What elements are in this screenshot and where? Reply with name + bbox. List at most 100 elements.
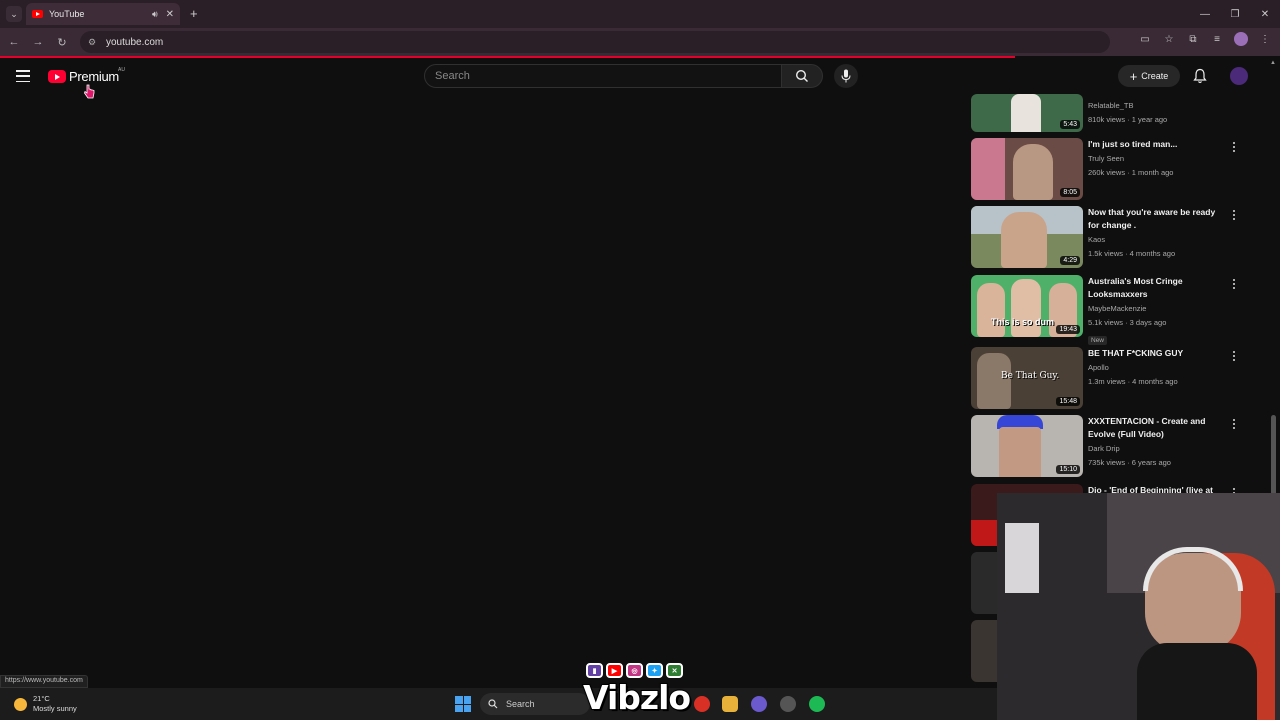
video-thumbnail[interactable]: 8:05: [971, 138, 1083, 200]
video-thumbnail[interactable]: 4:29: [971, 206, 1083, 268]
start-icon[interactable]: [455, 696, 471, 712]
list-item[interactable]: This is so dum 19:43 Australia's Most Cr…: [971, 275, 1251, 347]
video-duration: 5:43: [1060, 120, 1080, 129]
thumbnail-caption: This is so dum: [991, 317, 1055, 327]
list-item[interactable]: Be That Guy. 15:48 BE THAT F*CKING GUY A…: [971, 347, 1251, 411]
create-label: Create: [1141, 71, 1169, 81]
video-duration: 4:29: [1060, 256, 1080, 265]
voice-search-button[interactable]: [834, 64, 858, 88]
video-duration: 19:43: [1056, 325, 1080, 334]
video-meta: 810k views · 1 year ago: [1088, 115, 1168, 124]
more-actions-icon[interactable]: [1230, 277, 1238, 291]
new-badge: New: [1088, 336, 1108, 345]
video-channel[interactable]: Kaos: [1088, 234, 1228, 246]
forward-icon[interactable]: →: [26, 30, 50, 54]
more-actions-icon[interactable]: [1230, 208, 1238, 222]
logo-text: Premium: [69, 69, 119, 84]
minimize-icon[interactable]: —: [1190, 0, 1220, 28]
window-controls: — ❐ ✕: [1190, 0, 1280, 28]
video-meta: 260k views · 1 month ago: [1088, 168, 1174, 177]
list-item[interactable]: 15:10 XXXTENTACION - Create and Evolve (…: [971, 415, 1251, 479]
video-duration: 15:10: [1056, 465, 1080, 474]
video-title[interactable]: Australia's Most Cringe Looksmaxxers: [1088, 275, 1228, 301]
video-title[interactable]: XXXTENTACION - Create and Evolve (Full V…: [1088, 415, 1228, 441]
video-thumbnail[interactable]: 5:43: [971, 94, 1083, 132]
bookmark-star-icon[interactable]: ☆: [1162, 32, 1176, 46]
search-icon: [795, 69, 808, 82]
file-explorer-icon[interactable]: [722, 696, 738, 712]
back-icon[interactable]: ←: [2, 30, 26, 54]
video-title[interactable]: BE THAT F*CKING GUY: [1088, 347, 1228, 360]
search-input[interactable]: Search: [424, 64, 782, 88]
video-channel[interactable]: Dark Drip: [1088, 443, 1228, 455]
search-icon: [488, 699, 498, 709]
close-window-icon[interactable]: ✕: [1250, 0, 1280, 28]
scrollbar[interactable]: [1271, 415, 1276, 495]
youtube-favicon-icon: [32, 10, 43, 18]
instagram-icon: ◎: [626, 663, 643, 678]
video-channel[interactable]: MaybeMackenzie: [1088, 303, 1228, 315]
address-text: youtube.com: [106, 36, 164, 48]
hamburger-menu-icon[interactable]: [16, 70, 30, 82]
video-duration: 8:05: [1060, 188, 1080, 197]
video-meta: 5.1k views · 3 days ago: [1088, 318, 1167, 327]
video-channel[interactable]: Apollo: [1088, 362, 1228, 374]
more-actions-icon[interactable]: [1230, 417, 1238, 431]
twitter-icon: ✦: [646, 663, 663, 678]
browser-menu-icon[interactable]: ⋮: [1258, 32, 1272, 46]
chrome-icon[interactable]: [694, 696, 710, 712]
tab-youtube[interactable]: YouTube 🔊︎ ✕: [26, 3, 180, 25]
notifications-bell-icon[interactable]: [1193, 68, 1207, 84]
youtube-icon: ▶: [606, 663, 623, 678]
tab-search-icon[interactable]: ⌄: [6, 6, 22, 22]
more-actions-icon[interactable]: [1230, 349, 1238, 363]
status-url: https://www.youtube.com: [0, 675, 88, 688]
browser-tab-bar: ⌄ YouTube 🔊︎ ✕ + — ❐ ✕: [0, 0, 1280, 28]
video-title[interactable]: I'm just so tired man...: [1088, 138, 1228, 151]
x-icon: ✕: [666, 663, 683, 678]
weather-widget[interactable]: 21°C Mostly sunny: [14, 694, 77, 714]
spotify-icon[interactable]: [809, 696, 825, 712]
video-meta: 735k views · 6 years ago: [1088, 458, 1171, 467]
profile-avatar[interactable]: [1234, 32, 1248, 46]
youtube-logo[interactable]: Premium: [48, 69, 119, 84]
new-tab-button[interactable]: +: [190, 6, 198, 21]
twitch-icon: ▮: [586, 663, 603, 678]
temperature: 21°C: [33, 694, 50, 703]
search-button[interactable]: [781, 64, 823, 88]
video-meta: 1.5k views · 4 months ago: [1088, 249, 1176, 258]
media-controls-icon[interactable]: ≡: [1210, 32, 1224, 46]
video-thumbnail[interactable]: This is so dum 19:43: [971, 275, 1083, 337]
address-bar[interactable]: ⚙ youtube.com: [80, 31, 1110, 53]
country-code: AU: [118, 67, 125, 73]
browser-toolbar: ← → ↻ ⚙ youtube.com ▭ ☆ ⧉ ≡ ⋮: [0, 28, 1280, 56]
video-thumbnail[interactable]: 15:10: [971, 415, 1083, 477]
maximize-icon[interactable]: ❐: [1220, 0, 1250, 28]
more-actions-icon[interactable]: [1230, 140, 1238, 154]
list-item[interactable]: 5:43 Relatable_TB 810k views · 1 year ag…: [971, 94, 1251, 134]
account-avatar[interactable]: [1230, 67, 1248, 85]
taskbar-search[interactable]: Search: [480, 693, 590, 715]
video-thumbnail[interactable]: [971, 620, 997, 682]
video-thumbnail[interactable]: Be That Guy. 15:48: [971, 347, 1083, 409]
cast-icon[interactable]: ▭: [1138, 32, 1152, 46]
tab-close-icon[interactable]: ✕: [166, 9, 174, 20]
social-icons: ▮ ▶ ◎ ✦ ✕: [586, 663, 683, 678]
extensions-icon[interactable]: ⧉: [1186, 32, 1200, 46]
video-duration: 15:48: [1056, 397, 1080, 406]
audio-icon[interactable]: 🔊︎: [152, 9, 158, 20]
microphone-icon: [841, 69, 851, 83]
site-info-icon[interactable]: ⚙: [86, 36, 98, 48]
video-channel[interactable]: Truly Seen: [1088, 153, 1228, 165]
video-title[interactable]: Now that you're aware be ready for chang…: [1088, 206, 1228, 232]
create-button[interactable]: + Create: [1118, 65, 1180, 87]
video-thumbnail[interactable]: [971, 552, 997, 614]
plus-icon: +: [1129, 68, 1138, 84]
scroll-up-icon[interactable]: ▲: [1270, 60, 1276, 66]
list-item[interactable]: 8:05 I'm just so tired man... Truly Seen…: [971, 138, 1251, 202]
steam-icon[interactable]: [780, 696, 796, 712]
discord-icon[interactable]: [751, 696, 767, 712]
list-item[interactable]: 4:29 Now that you're aware be ready for …: [971, 206, 1251, 270]
reload-icon[interactable]: ↻: [50, 30, 74, 54]
video-channel[interactable]: Relatable_TB: [1088, 100, 1228, 112]
